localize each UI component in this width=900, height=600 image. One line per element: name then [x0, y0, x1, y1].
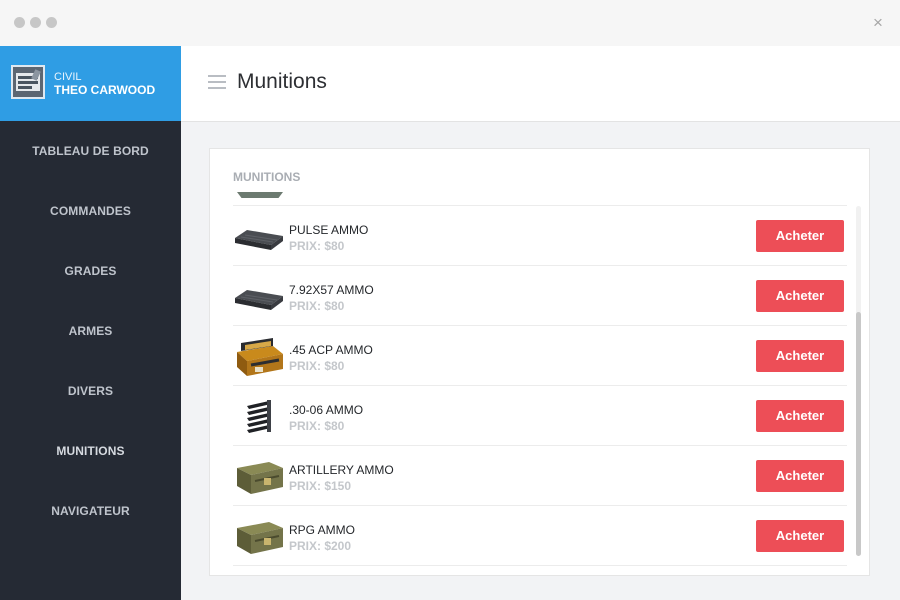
close-icon[interactable]: ×: [868, 13, 888, 33]
ammo-crate-flat-icon: [235, 230, 283, 250]
military-crate-icon: [237, 462, 283, 494]
window-dot-2[interactable]: [30, 17, 41, 28]
buy-button[interactable]: Acheter: [756, 340, 844, 372]
list-item: [233, 192, 847, 206]
profile-card: CIVIL THEO CARWOOD: [0, 46, 181, 121]
page-header: Munitions: [181, 46, 900, 122]
item-name: .45 ACP AMMO: [289, 343, 373, 357]
scrollbar[interactable]: [856, 206, 861, 556]
list-item: ARTILLERY AMMO PRIX: $150 Acheter: [233, 446, 847, 506]
item-name: .30-06 AMMO: [289, 403, 364, 417]
stripper-clip-icon: [247, 400, 271, 433]
list-item: PULSE AMMO PRIX: $80 Acheter: [233, 206, 847, 266]
list-item: RPG AMMO PRIX: $200 Acheter: [233, 506, 847, 566]
military-crate-icon: [237, 522, 283, 554]
sidebar: CIVIL THEO CARWOOD TABLEAU DE BORD COMMA…: [0, 46, 181, 600]
buy-button[interactable]: Acheter: [756, 220, 844, 252]
item-price: PRIX: $80: [289, 299, 345, 313]
buy-button[interactable]: Acheter: [756, 280, 844, 312]
sidebar-item-navigateur[interactable]: NAVIGATEUR: [0, 481, 181, 541]
ammo-list[interactable]: PULSE AMMO PRIX: $80 Acheter 7.92X57 AMM…: [233, 192, 847, 567]
item-name: RPG AMMO: [289, 523, 356, 537]
item-price: PRIX: $200: [289, 539, 352, 553]
app-window: × CIVIL THEO CARWOOD TABLEAU DE BORD COM…: [0, 0, 900, 600]
sidebar-item-tableau-de-bord[interactable]: TABLEAU DE BORD: [0, 121, 181, 181]
buy-button[interactable]: Acheter: [756, 460, 844, 492]
ammo-box-open-icon: [237, 338, 283, 376]
title-bar: ×: [0, 0, 900, 47]
list-item: 7.92X57 AMMO PRIX: $80 Acheter: [233, 266, 847, 326]
list-item: .30-06 AMMO PRIX: $80 Acheter: [233, 386, 847, 446]
profile-name: THEO CARWOOD: [54, 83, 156, 97]
window-dot-3[interactable]: [46, 17, 57, 28]
ammo-crate-flat-icon: [235, 290, 283, 310]
item-price: PRIX: $80: [289, 359, 345, 373]
item-price: PRIX: $150: [289, 479, 352, 493]
sidebar-item-commandes[interactable]: COMMANDES: [0, 181, 181, 241]
item-price: PRIX: $80: [289, 419, 345, 433]
item-name: ARTILLERY AMMO: [289, 463, 394, 477]
sidebar-item-munitions[interactable]: MUNITIONS: [0, 421, 181, 481]
profile-role: CIVIL: [54, 71, 82, 83]
item-price: PRIX: $80: [289, 239, 345, 253]
scrollbar-thumb[interactable]: [856, 312, 861, 556]
sidebar-item-armes[interactable]: ARMES: [0, 301, 181, 361]
avatar: [11, 65, 45, 99]
list-item: .45 ACP AMMO PRIX: $80 Acheter: [233, 326, 847, 386]
page-title: Munitions: [237, 70, 327, 93]
military-crate-icon: [237, 192, 283, 198]
menu-icon[interactable]: [208, 75, 226, 89]
avatar-image: [13, 67, 43, 97]
item-name: PULSE AMMO: [289, 223, 369, 237]
buy-button[interactable]: Acheter: [756, 520, 844, 552]
sidebar-nav: TABLEAU DE BORD COMMANDES GRADES ARMES D…: [0, 121, 181, 541]
sidebar-item-grades[interactable]: GRADES: [0, 241, 181, 301]
panel-heading: MUNITIONS: [233, 170, 301, 184]
sidebar-item-divers[interactable]: DIVERS: [0, 361, 181, 421]
buy-button[interactable]: Acheter: [756, 400, 844, 432]
window-controls: [14, 17, 57, 28]
item-name: 7.92X57 AMMO: [289, 283, 374, 297]
munitions-panel: MUNITIONS PULSE AMMO PRIX: $80 Acheter 7…: [209, 148, 870, 576]
window-dot-1[interactable]: [14, 17, 25, 28]
